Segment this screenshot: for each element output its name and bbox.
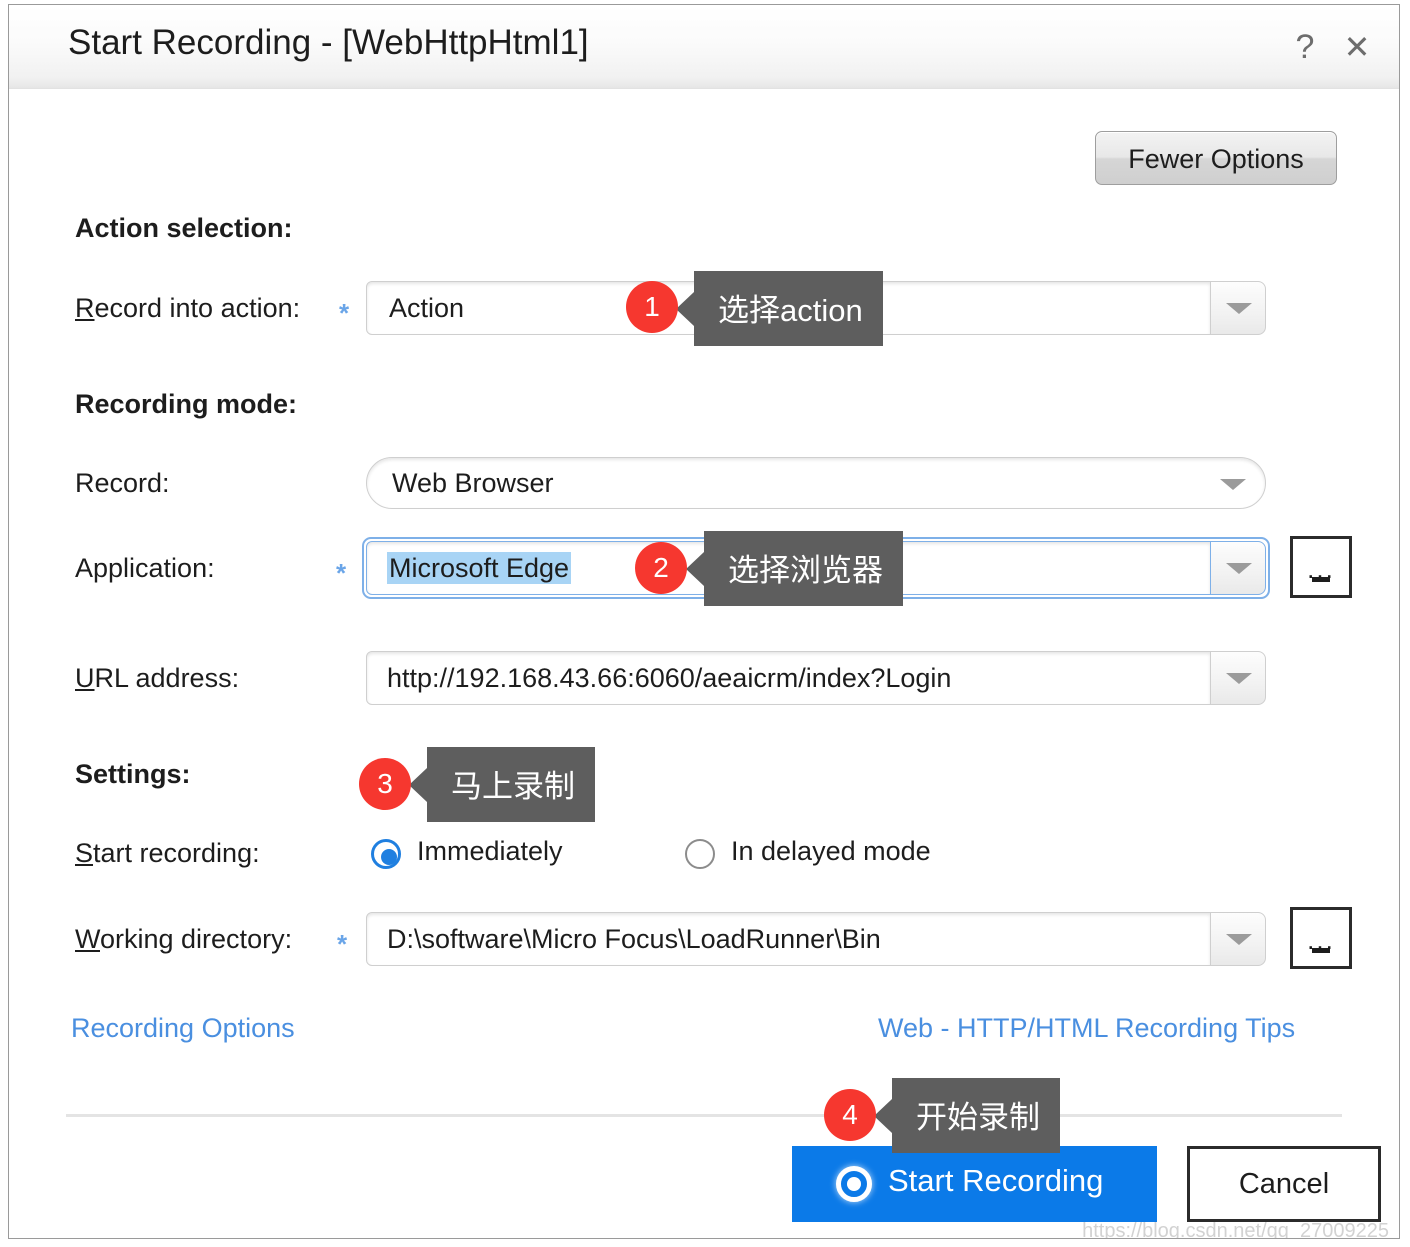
record-label: Record: <box>75 468 170 498</box>
record-into-action-required-marker: * <box>339 298 350 328</box>
annotation-tooltip-1: 选择action <box>676 271 883 346</box>
record-into-action-dropdown-button[interactable] <box>1210 281 1266 335</box>
application-browse-button[interactable]: ... <box>1290 536 1352 598</box>
annotation-badge-4: 4 <box>824 1089 876 1141</box>
application-browse-label: ... <box>1307 554 1335 584</box>
chevron-down-icon <box>1226 673 1252 684</box>
working-directory-accesskey: W <box>75 924 100 954</box>
application-value: Microsoft Edge <box>387 552 572 584</box>
record-circle-icon <box>836 1166 872 1202</box>
working-directory-dropdown-button[interactable] <box>1210 912 1266 966</box>
close-icon[interactable]: ✕ <box>1335 25 1379 69</box>
url-address-dropdown-button[interactable] <box>1210 651 1266 705</box>
footer-divider <box>66 1114 1342 1117</box>
working-directory-label: Working directory: <box>75 924 292 955</box>
record-into-action-label: Record into action: <box>75 293 300 324</box>
working-directory-required-marker: * <box>337 929 348 959</box>
recording-tips-link[interactable]: Web - HTTP/HTML Recording Tips <box>878 1013 1295 1044</box>
application-required-marker: * <box>336 558 347 588</box>
working-directory-browse-button[interactable]: ... <box>1290 907 1352 969</box>
page-title: Start Recording - [WebHttpHtml1] <box>68 23 589 62</box>
radio-immediately-label: Immediately <box>417 836 563 866</box>
url-address-label: URL address: <box>75 663 239 694</box>
start-recording-button-label: Start Recording <box>888 1163 1104 1198</box>
application-label: Application: <box>75 553 215 583</box>
annotation-tooltip-3: 马上录制 <box>409 747 595 822</box>
record-into-action-value: Action <box>389 293 465 323</box>
cancel-button[interactable]: Cancel <box>1187 1146 1381 1222</box>
annotation-badge-3: 3 <box>359 758 411 810</box>
annotation-tooltip-2: 选择浏览器 <box>686 531 903 606</box>
settings-heading: Settings: <box>75 759 191 789</box>
chevron-down-icon <box>1226 934 1252 945</box>
recording-mode-heading: Recording mode: <box>75 389 298 419</box>
radio-selected-dot-icon <box>381 849 397 865</box>
application-value-selection: Microsoft Edge <box>387 552 572 584</box>
radio-in-delayed-mode-control[interactable] <box>685 839 715 869</box>
start-recording-label-text: tart recording: <box>93 838 260 868</box>
action-selection-heading: Action selection: <box>75 213 293 243</box>
record-value: Web Browser <box>392 468 554 498</box>
start-recording-accesskey: S <box>75 838 94 868</box>
annotation-badge-2: 2 <box>635 542 687 594</box>
record-into-action-label-text: ecord into action: <box>94 293 301 323</box>
working-directory-value: D:\software\Micro Focus\LoadRunner\Bin <box>387 924 881 954</box>
chevron-down-icon <box>1226 563 1252 574</box>
url-address-value: http://192.168.43.66:6060/aeaicrm/index?… <box>387 663 952 693</box>
url-address-label-text: RL address: <box>94 663 240 693</box>
chevron-down-icon <box>1220 479 1246 490</box>
help-icon[interactable]: ? <box>1283 25 1327 69</box>
dialog-title-bar: Start Recording - [WebHttpHtml1] ? ✕ <box>9 5 1399 89</box>
start-recording-label: Start recording: <box>75 838 260 869</box>
start-recording-button[interactable]: Start Recording <box>792 1146 1157 1222</box>
chevron-down-icon <box>1226 303 1252 314</box>
radio-immediately-control[interactable] <box>371 839 401 869</box>
annotation-badge-1: 1 <box>626 281 678 333</box>
working-directory-browse-label: ... <box>1307 925 1335 955</box>
annotation-tooltip-4: 开始录制 <box>874 1078 1060 1153</box>
watermark-text: https://blog.csdn.net/qq_27009225 <box>1082 1220 1389 1239</box>
record-into-action-accesskey: R <box>75 293 95 323</box>
url-address-accesskey: U <box>75 663 95 693</box>
application-dropdown-button[interactable] <box>1210 541 1266 595</box>
radio-in-delayed-mode-label: In delayed mode <box>731 836 931 866</box>
recording-options-link[interactable]: Recording Options <box>71 1013 295 1044</box>
working-directory-label-text: orking directory: <box>100 924 293 954</box>
start-recording-dialog: Start Recording - [WebHttpHtml1] ? ✕ Few… <box>8 4 1400 1239</box>
fewer-options-button[interactable]: Fewer Options <box>1095 131 1337 185</box>
